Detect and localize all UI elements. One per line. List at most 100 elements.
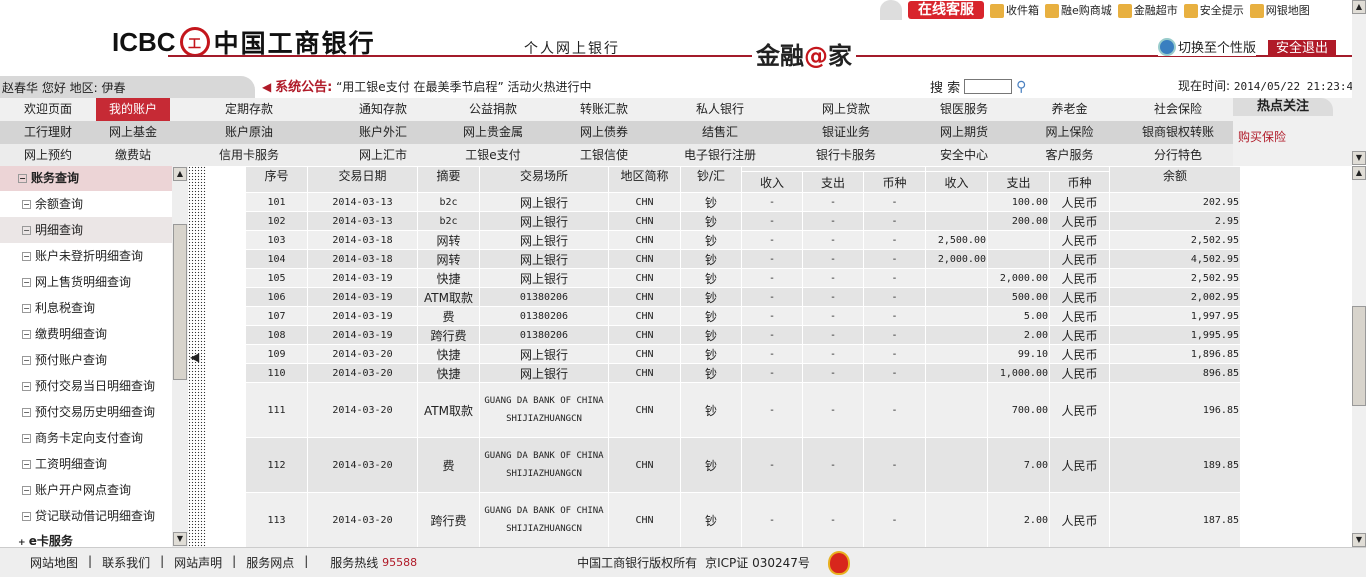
top-link[interactable]: 网银地图 bbox=[1249, 4, 1310, 18]
table-cell: GUANG DA BANK OF CHINA SHIJIAZHUANGCN bbox=[479, 382, 609, 438]
sidebar-item[interactable]: − 预付账户查询 bbox=[0, 347, 172, 373]
nav-item[interactable]: 客户服务 bbox=[1016, 144, 1123, 166]
sidebar-item[interactable]: − 账户未登折明细查询 bbox=[0, 243, 172, 269]
table-cell: CHN bbox=[608, 268, 681, 288]
sidebar-item[interactable]: − 明细查询 bbox=[0, 217, 172, 243]
footer-link[interactable]: 服务网点 bbox=[246, 554, 294, 571]
sidebar-item[interactable]: − 账户开户网点查询 bbox=[0, 477, 172, 503]
nav-item[interactable]: 网上贵金属 bbox=[438, 121, 548, 144]
table-row[interactable]: 103 2014-03-18 网转 网上银行 CHN 钞 - - -2,500.00 人民币 2,5… bbox=[245, 230, 1241, 250]
nav-item[interactable]: 银医服务 bbox=[912, 98, 1016, 121]
sidebar-item[interactable]: − 贷记联动借记明细查询 bbox=[0, 503, 172, 529]
table-row[interactable]: 107 2014-03-19 费 01380206 CHN 钞 - - -5.00 人民币 1,99… bbox=[245, 306, 1241, 326]
sidebar-scroll-thumb[interactable] bbox=[173, 224, 187, 380]
sidebar-item[interactable]: − 余额查询 bbox=[0, 191, 172, 217]
table-row[interactable]: 112 2014-03-20 费 GUANG DA BANK OF CHINA SHI… bbox=[245, 437, 1241, 493]
nav-item[interactable]: 私人银行 bbox=[660, 98, 780, 121]
nav-item[interactable]: 网上保险 bbox=[1016, 121, 1123, 144]
nav-item[interactable]: 我的账户 bbox=[96, 98, 170, 121]
table-row[interactable]: 106 2014-03-19 ATM取款 01380206 CHN 钞 - - -500.00 人… bbox=[245, 287, 1241, 307]
table-row[interactable]: 110 2014-03-20 快捷 网上银行 CHN 钞 - - -1,000.00 人民币 896… bbox=[245, 363, 1241, 383]
service-avatar-icon bbox=[880, 0, 902, 20]
table-cell: - bbox=[802, 363, 864, 383]
footer: 网站地图 | 联系我们 | 网站声明 | 服务网点 | 服务热线 95588 中国工商银行版权… bbox=[0, 547, 1366, 577]
nav-item[interactable]: 工银信使 bbox=[548, 144, 660, 166]
nav-item[interactable]: 安全中心 bbox=[912, 144, 1016, 166]
top-link[interactable]: 安全提示 bbox=[1183, 4, 1244, 18]
nav-item[interactable]: 网上债券 bbox=[548, 121, 660, 144]
nav-item[interactable]: 银商银权转账 bbox=[1123, 121, 1233, 144]
nav-item[interactable]: 定期存款 bbox=[170, 98, 328, 121]
table-cell: CHN bbox=[608, 325, 681, 345]
nav-item[interactable]: 网上期货 bbox=[912, 121, 1016, 144]
search-icon[interactable]: ⚲ bbox=[1016, 79, 1026, 95]
sidebar-item[interactable]: − 预付交易历史明细查询 bbox=[0, 399, 172, 425]
sidebar-item[interactable]: − 缴费明细查询 bbox=[0, 321, 172, 347]
buy-insurance-link[interactable]: 购买保险 bbox=[1233, 116, 1352, 145]
footer-link[interactable]: 联系我们 bbox=[102, 554, 150, 571]
table-row[interactable]: 104 2014-03-18 网转 网上银行 CHN 钞 - - -2,000.00 人民币 4,5… bbox=[245, 249, 1241, 269]
nav-item[interactable]: 电子银行注册 bbox=[660, 144, 780, 166]
top-link[interactable]: 金融超市 bbox=[1117, 4, 1178, 18]
switch-version-link[interactable]: 切换至个性版 bbox=[1158, 37, 1257, 56]
nav-item[interactable]: 结售汇 bbox=[660, 121, 780, 144]
nav-item[interactable]: 工银e支付 bbox=[438, 144, 548, 166]
nav-item[interactable]: 欢迎页面 bbox=[0, 98, 96, 121]
nav-item[interactable]: 信用卡服务 bbox=[170, 144, 328, 166]
table-cell: b2c bbox=[417, 211, 480, 231]
sidebar-item[interactable]: − 工资明细查询 bbox=[0, 451, 172, 477]
table-row[interactable]: 111 2014-03-20 ATM取款 GUANG DA BANK OF CHINA… bbox=[245, 382, 1241, 438]
nav-item[interactable]: 社会保险 bbox=[1123, 98, 1233, 121]
online-service-button[interactable]: 在线客服 bbox=[908, 1, 984, 19]
table-row[interactable]: 108 2014-03-19 跨行费 01380206 CHN 钞 - - -2.00 人民币 1,… bbox=[245, 325, 1241, 345]
nav-item[interactable]: 账户原油 bbox=[170, 121, 328, 144]
nav-item[interactable]: 公益捐款 bbox=[438, 98, 548, 121]
nav-item[interactable]: 通知存款 bbox=[328, 98, 438, 121]
table-cell: 196.85 bbox=[1109, 382, 1241, 438]
table-row[interactable]: 109 2014-03-20 快捷 网上银行 CHN 钞 - - -99.10 人民币 1,896.… bbox=[245, 344, 1241, 364]
table-cell: - bbox=[802, 306, 864, 326]
table-cell bbox=[987, 249, 1050, 269]
table-row[interactable]: 113 2014-03-20 跨行费 GUANG DA BANK OF CHINA S… bbox=[245, 492, 1241, 548]
sidebar-item[interactable]: − 商务卡定向支付查询 bbox=[0, 425, 172, 451]
table-cell: 人民币 bbox=[1049, 287, 1110, 307]
table-cell: CHN bbox=[608, 306, 681, 326]
sidebar-item[interactable]: − 利息税查询 bbox=[0, 295, 172, 321]
table-cell: - bbox=[802, 249, 864, 269]
nav-item[interactable]: 银证业务 bbox=[780, 121, 912, 144]
nav-item[interactable]: 网上贷款 bbox=[780, 98, 912, 121]
nav-item[interactable]: 网上汇市 bbox=[328, 144, 438, 166]
table-cell: 01380206 bbox=[479, 287, 609, 307]
sidebar-item[interactable]: − 网上售货明细查询 bbox=[0, 269, 172, 295]
column-header: 摘要 bbox=[417, 166, 480, 193]
table-row[interactable]: 102 2014-03-13 b2c 网上银行 CHN 钞 - - -200.00 人民币 2.95 bbox=[245, 211, 1241, 231]
nav-item[interactable]: 账户外汇 bbox=[328, 121, 438, 144]
table-cell: 跨行费 bbox=[417, 492, 480, 548]
tree-node-icon: − bbox=[22, 304, 31, 313]
table-cell: 2014-03-20 bbox=[307, 363, 418, 383]
top-link[interactable]: 融e购商城 bbox=[1045, 4, 1112, 18]
nav-item[interactable]: 网上基金 bbox=[96, 121, 170, 144]
sidebar-group-ecard[interactable]: + e卡服务 bbox=[0, 529, 172, 547]
system-notice[interactable]: ◀ 系统公告: “用工银e支付 在最美季节启程” 活动火热进行中 bbox=[262, 76, 592, 99]
logout-button[interactable]: 安全退出 bbox=[1268, 40, 1336, 57]
nav-item[interactable]: 分行特色 bbox=[1123, 144, 1233, 166]
footer-link[interactable]: 网站地图 bbox=[30, 554, 78, 571]
main-scrollbar[interactable]: ▲ ▼ bbox=[1352, 166, 1366, 547]
nav-item[interactable]: 银行卡服务 bbox=[780, 144, 912, 166]
search-input[interactable] bbox=[964, 79, 1013, 94]
speaker-icon: ◀ bbox=[262, 80, 272, 94]
collapse-sidebar-icon[interactable]: ◀ bbox=[190, 350, 199, 364]
top-link[interactable]: 收件箱 bbox=[990, 4, 1039, 18]
footer-link[interactable]: 网站声明 bbox=[174, 554, 222, 571]
nav-item[interactable]: 工行理财 bbox=[0, 121, 96, 144]
nav-item[interactable]: 转账汇款 bbox=[548, 98, 660, 121]
top-scrollbar[interactable]: ▲ ▼ bbox=[1352, 0, 1366, 165]
nav-item[interactable]: 养老金 bbox=[1016, 98, 1123, 121]
table-row[interactable]: 101 2014-03-13 b2c 网上银行 CHN 钞 - - -100.00 人民币 202.… bbox=[245, 192, 1241, 212]
nav-item[interactable]: 网上预约 bbox=[0, 144, 96, 166]
nav-item[interactable]: 缴费站 bbox=[96, 144, 170, 166]
sidebar-group-account[interactable]: − 账务查询 bbox=[0, 166, 172, 191]
table-row[interactable]: 105 2014-03-19 快捷 网上银行 CHN 钞 - - -2,000.00 人民币 2,5… bbox=[245, 268, 1241, 288]
sidebar-item[interactable]: − 预付交易当日明细查询 bbox=[0, 373, 172, 399]
